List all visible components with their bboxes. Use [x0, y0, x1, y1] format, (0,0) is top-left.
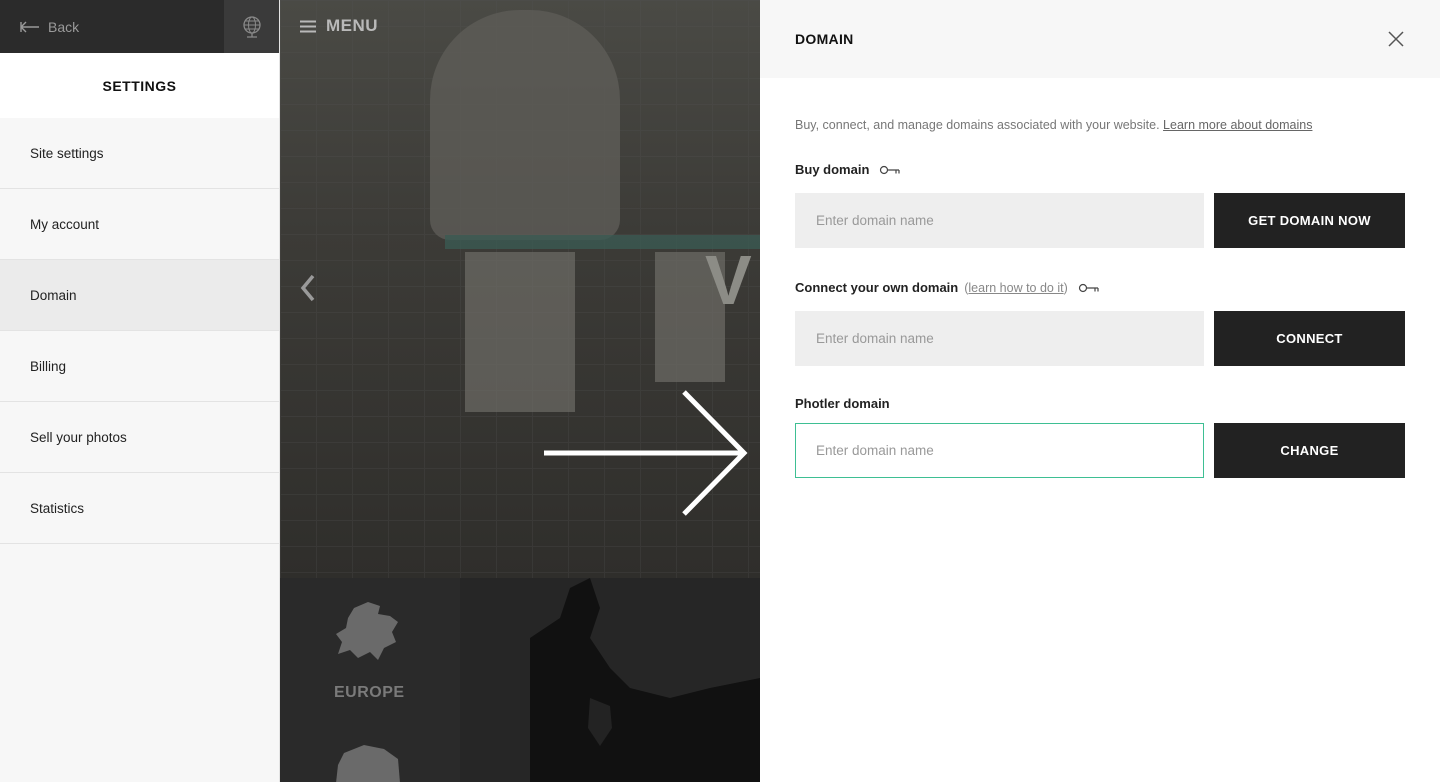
sidebar-item-site-settings[interactable]: Site settings [0, 118, 279, 189]
asia-map-icon [336, 745, 400, 782]
connect-button[interactable]: CONNECT [1214, 311, 1405, 366]
key-icon [1078, 283, 1099, 292]
preview-menu-button[interactable]: MENU [300, 16, 378, 36]
key-icon [880, 165, 901, 174]
get-domain-button[interactable]: GET DOMAIN NOW [1214, 193, 1405, 248]
site-preview: MENU V EUROPE [280, 0, 760, 782]
photler-domain-row: CHANGE [795, 423, 1405, 478]
panel-header: DOMAIN [760, 0, 1440, 78]
slide-title-letter: V [705, 241, 752, 319]
photler-domain-input[interactable] [795, 423, 1204, 478]
arrow-right-icon [544, 390, 748, 516]
settings-sidebar: Back SETTINGS Site settings My account D… [0, 0, 280, 782]
buy-domain-title: Buy domain [795, 162, 870, 177]
globe-icon [242, 15, 261, 38]
arrow-left-icon [20, 21, 39, 32]
learn-how-link[interactable]: learn how to do it [968, 281, 1063, 295]
preview-map: EUROPE [280, 578, 760, 782]
sidebar-title: SETTINGS [0, 53, 279, 118]
connect-domain-input[interactable] [795, 311, 1204, 366]
connect-domain-label: Connect your own domain (learn how to do… [795, 280, 1405, 295]
connect-help: (learn how to do it) [964, 281, 1068, 295]
buy-domain-row: GET DOMAIN NOW [795, 193, 1405, 248]
back-button[interactable]: Back [0, 0, 224, 53]
hamburger-icon [300, 20, 316, 32]
back-label: Back [48, 18, 80, 35]
globe-button[interactable] [224, 0, 279, 53]
photler-domain-title: Photler domain [795, 396, 890, 411]
sidebar-item-my-account[interactable]: My account [0, 189, 279, 260]
buy-domain-input[interactable] [795, 193, 1204, 248]
intro-description: Buy, connect, and manage domains associa… [795, 118, 1160, 132]
domain-panel: DOMAIN Buy, connect, and manage domains … [760, 0, 1440, 782]
panel-title: DOMAIN [795, 31, 854, 47]
coastline-map-icon [530, 578, 760, 782]
buy-domain-label: Buy domain [795, 162, 1405, 177]
intro-text: Buy, connect, and manage domains associa… [795, 118, 1405, 132]
settings-nav: Site settings My account Domain Billing … [0, 118, 279, 544]
connect-domain-row: CONNECT [795, 311, 1405, 366]
close-button[interactable] [1386, 29, 1406, 49]
sidebar-item-domain[interactable]: Domain [0, 260, 279, 331]
preview-prev-button[interactable] [298, 272, 318, 309]
panel-body: Buy, connect, and manage domains associa… [760, 118, 1440, 478]
sidebar-topbar: Back [0, 0, 279, 53]
chevron-left-icon [300, 274, 315, 302]
continent-label: EUROPE [334, 684, 405, 701]
europe-map-icon [336, 602, 398, 660]
change-button[interactable]: CHANGE [1214, 423, 1405, 478]
connect-domain-title: Connect your own domain [795, 280, 959, 295]
close-icon [1388, 31, 1404, 47]
photler-domain-label: Photler domain [795, 396, 1405, 411]
sidebar-item-sell-your-photos[interactable]: Sell your photos [0, 402, 279, 473]
photo-figure [430, 10, 620, 240]
learn-more-link[interactable]: Learn more about domains [1163, 118, 1312, 132]
menu-label: MENU [326, 16, 379, 35]
help-paren-close: ) [1063, 280, 1068, 295]
sidebar-item-statistics[interactable]: Statistics [0, 473, 279, 544]
sidebar-item-billing[interactable]: Billing [0, 331, 279, 402]
